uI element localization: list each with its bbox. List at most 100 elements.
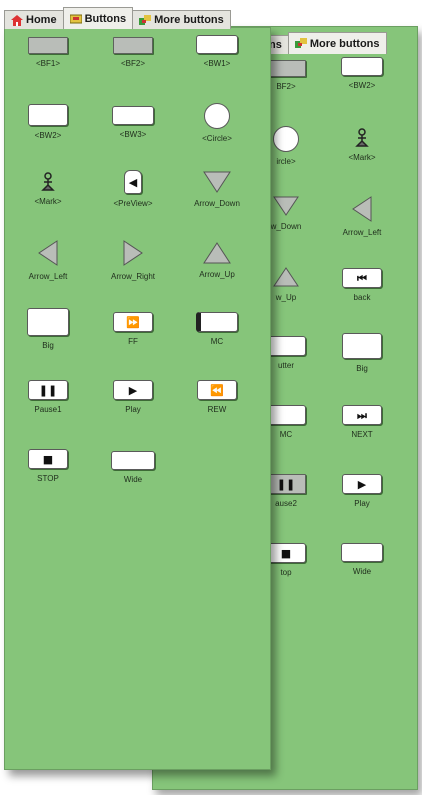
button-label: top [280,568,292,577]
rewind-icon: ⏪ [210,383,224,397]
arrow-left-icon[interactable] [37,239,59,267]
rew-button[interactable]: ⏪ [197,380,237,400]
grid-cell: ❚❚ Pause1 [8,380,88,414]
bf2-button[interactable] [113,37,153,54]
more-buttons-icon [294,38,307,48]
back-cell: <BW2> [322,57,402,90]
grid-cell: MC [177,312,257,346]
button-label: NEXT [351,430,373,439]
back-tabstrip: ns More buttons [262,30,387,54]
back-cell: ⏮ back [322,268,402,302]
button-label: <BW2> [348,81,376,90]
back-tab-more-buttons[interactable]: More buttons [287,32,387,54]
grid-cell: Arrow_Up [177,241,257,279]
back-wide-button[interactable] [341,543,383,562]
button-label: <BW3> [119,130,147,139]
tab-home[interactable]: Home [4,10,64,29]
back-tab-more-buttons-label: More buttons [309,37,380,50]
button-label: <BF2> [120,59,145,68]
back-cell: Big [322,333,402,373]
button-label: Arrow_Right [110,272,155,281]
back-cell: ⏭ NEXT [322,405,402,439]
circle-button[interactable] [204,103,230,129]
play-icon: ▶ [128,383,138,397]
button-label: Wide [352,567,372,576]
back-big-button[interactable] [342,333,382,359]
more-buttons-icon [139,14,152,25]
grid-cell: Wide [93,451,173,484]
button-label: STOP [37,474,59,483]
button-label: FF [128,337,138,346]
grid-cell: ⏩ FF [93,312,173,346]
preview-button[interactable]: ◀ [124,170,142,194]
skip-forward-icon: ⏭ [357,408,367,422]
play-button[interactable]: ▶ [113,380,153,400]
fast-forward-icon: ⏩ [126,315,140,329]
pause1-button[interactable]: ❚❚ [28,380,68,400]
back-shutter-button[interactable] [266,336,306,356]
button-label: Arrow_Up [199,270,235,279]
grid-cell: <Circle> [177,103,257,143]
mark-icon[interactable] [40,172,56,192]
arrow-down-icon[interactable] [202,170,232,194]
back-cell: <Mark> [322,128,402,162]
mark-icon[interactable] [354,128,370,148]
stop-icon: ■ [42,452,54,466]
front-tabstrip: Home Buttons More buttons [4,5,231,29]
buttons-icon [69,14,82,24]
grid-cell: Arrow_Right [93,239,173,281]
back-mc-button[interactable] [266,405,306,425]
stop-button[interactable]: ■ [28,449,68,469]
arrow-up-icon[interactable] [272,266,300,288]
tab-home-label: Home [26,14,57,26]
button-label: <Mark> [348,153,376,162]
arrow-up-icon[interactable] [202,241,232,265]
back-pause2-button[interactable]: ❚❚ [266,474,306,494]
next-button[interactable]: ⏭ [342,405,382,425]
bw3-button[interactable] [112,106,154,125]
button-label: MC [210,337,224,346]
back-cell: Arrow_Left [322,195,402,237]
preview-icon: ◀ [128,175,138,189]
grid-cell: <BF2> [93,37,173,68]
back-stop-button[interactable]: ■ [266,543,306,563]
back-button[interactable]: ⏮ [342,268,382,288]
grid-cell: <BW1> [177,35,257,68]
back-cell: Wide [322,543,402,576]
button-label: Pause1 [34,405,62,414]
bw1-button[interactable] [196,35,238,54]
button-label: <BF1> [35,59,60,68]
button-label: <BW1> [203,59,231,68]
ff-button[interactable]: ⏩ [113,312,153,332]
button-label: <Mark> [34,197,62,206]
grid-cell: ■ STOP [8,449,88,483]
bw2-button[interactable] [28,104,68,126]
button-label: ircle> [276,157,296,166]
tab-buttons-label: Buttons [84,12,127,25]
arrow-right-icon[interactable] [122,239,144,267]
bf1-button[interactable] [28,37,68,54]
wide-button[interactable] [111,451,155,470]
grid-cell: <BW2> [8,104,88,140]
arrow-left-icon[interactable] [351,195,373,223]
button-label: Wide [123,475,143,484]
arrow-down-icon[interactable] [272,195,300,217]
tab-more-buttons[interactable]: More buttons [132,10,231,29]
back-bw2-button[interactable] [341,57,383,76]
button-label: utter [277,361,294,370]
mc-button[interactable] [196,312,238,332]
button-label: Arrow_Left [342,228,382,237]
pause-icon: ❚❚ [38,383,58,397]
button-label: <BW2> [34,131,62,140]
big-button[interactable] [27,308,69,336]
grid-cell: Big [8,308,88,350]
button-label: Arrow_Left [28,272,68,281]
back-circle-button[interactable] [273,126,299,152]
house-icon [11,14,23,26]
button-label: Big [42,341,54,350]
grid-cell: <BW3> [93,106,173,139]
button-label: <PreView> [113,199,153,208]
back-play-button[interactable]: ▶ [342,474,382,494]
tab-buttons[interactable]: Buttons [62,7,134,29]
back-bf2-button[interactable] [266,60,306,77]
